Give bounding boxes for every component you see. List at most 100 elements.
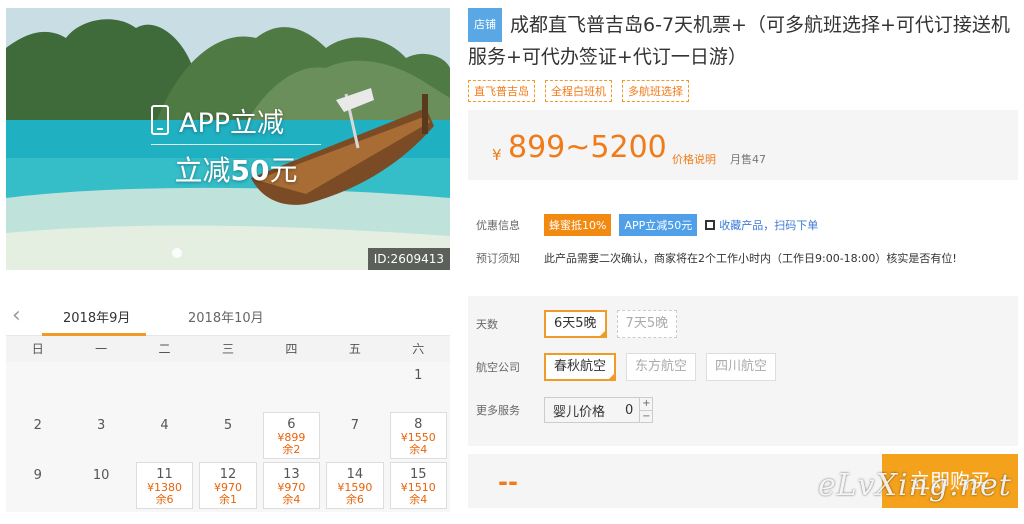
calendar-day bbox=[323, 362, 386, 412]
calendar-day: 5 bbox=[196, 412, 259, 462]
decrement-icon[interactable]: − bbox=[640, 411, 652, 423]
notice-text: 此产品需要二次确认，商家将在2个工作小时内（工作日9:00-18:00）核实是否… bbox=[544, 252, 957, 265]
infant-price-value[interactable]: 0 bbox=[613, 403, 639, 418]
price-explain-link[interactable]: 价格说明 bbox=[672, 151, 716, 167]
calendar-day bbox=[69, 362, 132, 412]
qr-code-icon bbox=[705, 220, 716, 230]
day-number: 2 bbox=[33, 418, 42, 433]
feature-tag: 多航班选择 bbox=[622, 80, 689, 102]
day-number: 7 bbox=[350, 418, 359, 433]
calendar-day: 9 bbox=[6, 462, 69, 512]
calendar-day-available[interactable]: 13 ¥970 余4 bbox=[262, 462, 321, 509]
day-number: 13 bbox=[283, 467, 300, 482]
calendar-header: ‹ 2018年9月 2018年10月 › bbox=[6, 296, 483, 336]
calendar-day bbox=[260, 362, 323, 412]
day-stock: 余6 bbox=[155, 493, 174, 506]
promo-line2: 立减50元 bbox=[151, 149, 321, 189]
calendar-day bbox=[6, 362, 69, 412]
offers-row: 优惠信息 蜂蜜抵10% APP立减50元 收藏产品 ， 扫码下单 bbox=[476, 214, 818, 236]
feature-tag: 全程白班机 bbox=[545, 80, 612, 102]
calendar-day-available[interactable]: 11 ¥1380 余6 bbox=[135, 462, 194, 509]
carousel-dot[interactable] bbox=[172, 248, 182, 258]
day-number: 11 bbox=[156, 467, 173, 482]
app-discount-badge: APP立减50元 bbox=[619, 214, 698, 236]
days-option-selected[interactable]: 6天5晚 bbox=[544, 310, 607, 338]
calendar-day: 1 bbox=[387, 362, 450, 412]
day-number: 15 bbox=[410, 467, 427, 482]
weekday: 三 bbox=[221, 342, 234, 356]
infant-price-label: 婴儿价格 bbox=[553, 404, 606, 420]
day-stock: 余6 bbox=[345, 493, 364, 506]
promo-divider bbox=[151, 144, 321, 145]
day-stock: 余1 bbox=[218, 493, 237, 506]
calendar-day-available[interactable]: 14 ¥1590 余6 bbox=[326, 462, 384, 509]
promo-line2-prefix: 立减 bbox=[174, 154, 231, 187]
more-services-row: 更多服务 婴儿价格 0 + − bbox=[468, 397, 1018, 423]
airline-option-row: 航空公司 春秋航空 东方航空 四川航空 bbox=[468, 353, 1018, 381]
total-price-placeholder: -- bbox=[498, 468, 518, 496]
airline-label: 航空公司 bbox=[476, 361, 520, 374]
price-calendar: ‹ 2018年9月 2018年10月 › 日 一 二 三 四 五 六 12345… bbox=[6, 296, 483, 524]
calendar-day bbox=[196, 362, 259, 412]
phone-icon bbox=[151, 105, 169, 135]
day-number: 4 bbox=[160, 418, 169, 433]
active-month-underline bbox=[42, 333, 146, 336]
day-number: 8 bbox=[414, 417, 423, 432]
day-stock: 余4 bbox=[409, 493, 428, 506]
weekday-header: 日 一 二 三 四 五 六 bbox=[6, 336, 450, 362]
product-hero-image[interactable]: APP立减 立减50元 ID:2609413 bbox=[6, 8, 450, 270]
price-range: 899~5200 bbox=[508, 130, 667, 165]
collect-product-link[interactable]: 收藏产品 bbox=[719, 217, 763, 233]
increment-icon[interactable]: + bbox=[640, 398, 653, 411]
airline-option[interactable]: 四川航空 bbox=[706, 353, 777, 381]
notice-row: 预订须知 此产品需要二次确认，商家将在2个工作小时内（工作日9:00-18:00… bbox=[476, 250, 957, 266]
product-title: 店铺 成都直飞普吉岛6-7天机票+（可多航班选择+可代订接送机服务+可代办签证+代… bbox=[468, 8, 1018, 72]
promo-line2-amount: 50 bbox=[230, 154, 270, 187]
app-promo-overlay: APP立减 立减50元 bbox=[151, 100, 331, 189]
calendar-day: 2 bbox=[6, 412, 69, 462]
notice-label: 预订须知 bbox=[476, 252, 520, 265]
offers-label: 优惠信息 bbox=[476, 219, 520, 232]
day-stock: 余2 bbox=[282, 443, 301, 456]
weekday: 一 bbox=[95, 342, 108, 356]
day-number: 9 bbox=[33, 468, 42, 483]
days-option[interactable]: 7天5晚 bbox=[616, 310, 678, 338]
product-id-tag: ID:2609413 bbox=[367, 248, 450, 270]
promo-line1: APP立减 bbox=[179, 107, 285, 139]
day-number: 6 bbox=[287, 417, 296, 432]
day-stock: 余4 bbox=[409, 443, 428, 456]
airline-option[interactable]: 东方航空 bbox=[626, 353, 697, 381]
calendar-day: 10 bbox=[69, 462, 132, 512]
calendar-day bbox=[133, 362, 196, 412]
days-label: 天数 bbox=[476, 318, 498, 331]
day-number: 1 bbox=[414, 368, 423, 383]
weekday: 四 bbox=[285, 342, 298, 356]
month-tab-2[interactable]: 2018年10月 bbox=[188, 307, 264, 326]
feature-tags: 直飞普吉岛 全程白班机 多航班选择 bbox=[468, 80, 1018, 102]
weekday: 六 bbox=[412, 342, 425, 356]
airline-option-selected[interactable]: 春秋航空 bbox=[544, 353, 617, 381]
prev-month-arrow-icon[interactable]: ‹ bbox=[12, 303, 21, 328]
day-number: 12 bbox=[219, 467, 237, 482]
weekday: 二 bbox=[158, 342, 171, 356]
monthly-sales: 月售47 bbox=[730, 153, 766, 166]
scan-order-link[interactable]: 扫码下单 bbox=[774, 217, 818, 233]
more-services-label: 更多服务 bbox=[476, 404, 520, 417]
calendar-day: 3 bbox=[69, 412, 132, 462]
promo-line2-suffix: 元 bbox=[269, 154, 298, 187]
weekday: 五 bbox=[348, 342, 361, 356]
currency-symbol: ¥ bbox=[492, 146, 502, 164]
shop-badge[interactable]: 店铺 bbox=[468, 8, 502, 42]
calendar-grid: 1 2 3 4 5 6 ¥899 余2 7 8 ¥1550 余4 9 10 11 ¥1380 余6 12 ¥970 余… bbox=[6, 362, 450, 512]
product-title-text: 成都直飞普吉岛6-7天机票+（可多航班选择+可代订接送机服务+可代办签证+代订一… bbox=[468, 14, 1010, 68]
calendar-day-available[interactable]: 15 ¥1510 余4 bbox=[389, 462, 447, 509]
site-watermark: eLvXing.net bbox=[818, 468, 1012, 503]
day-number: 5 bbox=[223, 418, 233, 433]
month-tab-1[interactable]: 2018年9月 bbox=[63, 307, 130, 326]
calendar-day-available[interactable]: 8 ¥1550 余4 bbox=[389, 412, 447, 459]
price-box: ¥ 899~5200 价格说明 月售47 bbox=[468, 110, 1018, 180]
day-number: 10 bbox=[92, 468, 110, 483]
days-option-row: 天数 6天5晚 7天5晚 bbox=[468, 310, 1018, 338]
calendar-day-available[interactable]: 6 ¥899 余2 bbox=[262, 412, 321, 459]
calendar-day-available[interactable]: 12 ¥970 余1 bbox=[199, 462, 257, 509]
